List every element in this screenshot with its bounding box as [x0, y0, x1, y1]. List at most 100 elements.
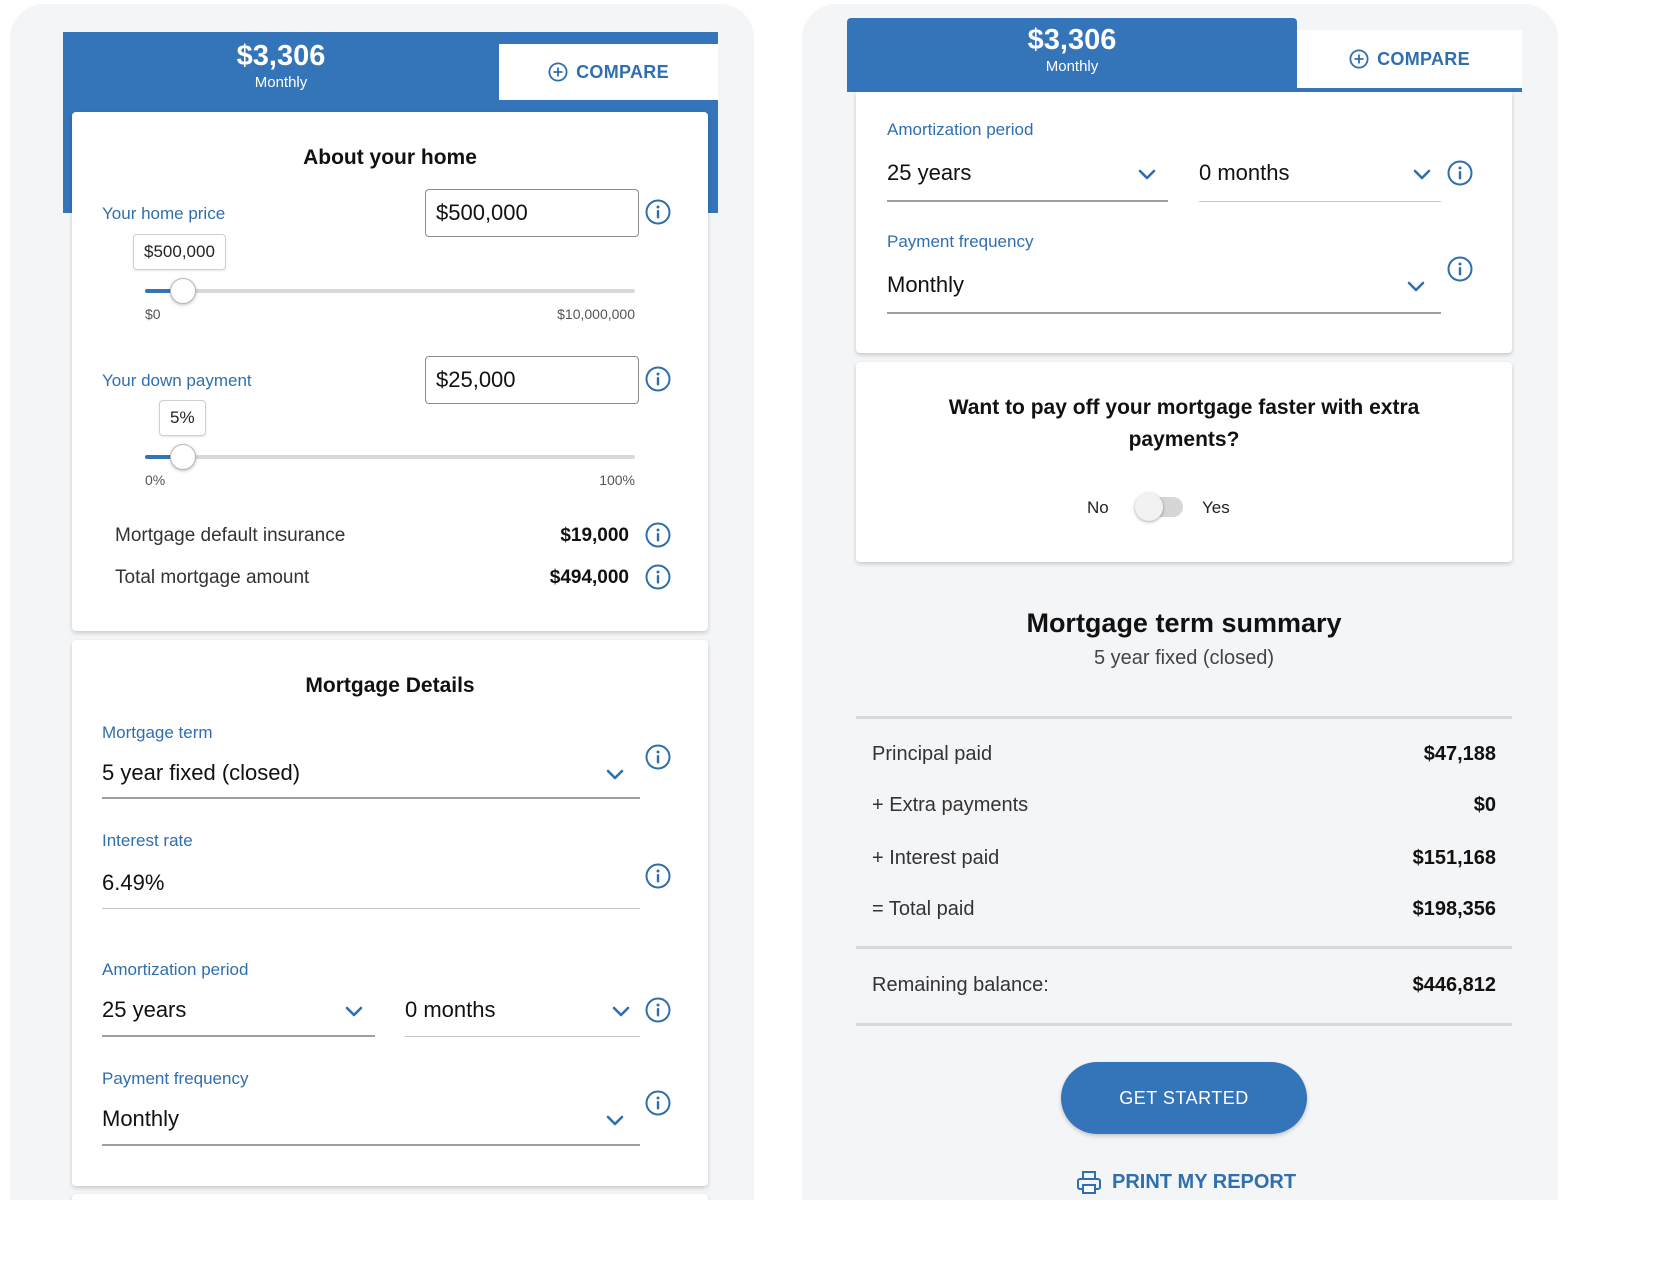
- insurance-value: $19,000: [560, 525, 629, 546]
- total-mortgage-value: $494,000: [549, 567, 629, 588]
- summary-row-label: + Extra payments: [872, 794, 1029, 816]
- remaining-balance-label: Remaining balance:: [872, 974, 1049, 996]
- summary-divider-bottom: [856, 1023, 1512, 1026]
- chevron-down-icon: [345, 1006, 363, 1018]
- amortization-months-select[interactable]: 0 months: [405, 990, 640, 1037]
- amortization-label: Amortization period: [887, 120, 1034, 139]
- info-icon[interactable]: [645, 564, 671, 590]
- amortization-years-select[interactable]: 25 years: [102, 990, 375, 1037]
- home-price-min: $0: [145, 306, 161, 322]
- home-price-track[interactable]: [145, 289, 635, 293]
- printer-icon: [1077, 1171, 1101, 1194]
- home-price-bubble: $500,000: [133, 234, 226, 270]
- about-home-card: About your home Your home price $500,000…: [72, 112, 708, 631]
- payment-frequency-value: Monthly: [887, 272, 965, 297]
- down-payment-thumb[interactable]: [170, 444, 196, 470]
- amortization-years-value: 25 years: [887, 160, 972, 185]
- next-card: [72, 1194, 708, 1200]
- payment-period: Monthly: [1045, 58, 1099, 75]
- amortization-years-value: 25 years: [102, 997, 187, 1022]
- down-payment-bubble: 5%: [159, 400, 206, 436]
- toggle-yes-label: Yes: [1202, 498, 1230, 517]
- chevron-down-icon: [606, 1115, 624, 1127]
- summary-row-value: $0: [1473, 794, 1496, 816]
- summary-row-value: $198,356: [1412, 898, 1496, 920]
- payment-frequency-label: Payment frequency: [102, 1069, 249, 1088]
- down-payment-input[interactable]: $25,000: [425, 356, 639, 404]
- info-icon[interactable]: [645, 863, 671, 889]
- total-mortgage-label: Total mortgage amount: [115, 567, 310, 588]
- summary-row-value: $151,168: [1412, 847, 1496, 869]
- plus-circle-icon: [1349, 49, 1369, 69]
- amortization-label: Amortization period: [102, 960, 249, 979]
- payment-amount: $3,306: [1027, 24, 1117, 56]
- home-price-input[interactable]: $500,000: [425, 189, 639, 237]
- chevron-down-icon: [1407, 281, 1425, 293]
- toggle-thumb: [1135, 493, 1163, 521]
- payment-amount: $3,306: [236, 40, 326, 72]
- left-screen: $3,306 Monthly COMPARE About your home Y…: [10, 4, 754, 1200]
- get-started-button[interactable]: GET STARTED: [1061, 1062, 1307, 1134]
- info-icon[interactable]: [645, 1090, 671, 1116]
- monthly-payment-tab[interactable]: $3,306 Monthly: [847, 18, 1297, 92]
- interest-rate-label: Interest rate: [102, 831, 193, 850]
- payment-frequency-select[interactable]: Monthly: [887, 262, 1441, 314]
- compare-tab[interactable]: COMPARE: [499, 44, 718, 100]
- extra-payments-toggle[interactable]: [1135, 493, 1183, 521]
- mortgage-term-select[interactable]: 5 year fixed (closed): [102, 753, 640, 799]
- remaining-balance-value: $446,812: [1412, 974, 1496, 996]
- extra-payments-question: Want to pay off your mortgage faster wit…: [948, 396, 1420, 451]
- home-price-label: Your home price: [102, 204, 226, 223]
- print-report-label: PRINT MY REPORT: [1112, 1170, 1297, 1193]
- mortgage-details-card: Amortization period 25 years 0 months Pa…: [856, 92, 1512, 353]
- home-price-thumb[interactable]: [170, 278, 196, 304]
- summary-row-value: $47,188: [1423, 743, 1496, 765]
- plus-circle-icon: [548, 62, 568, 82]
- payment-frequency-select[interactable]: Monthly: [102, 1099, 640, 1146]
- down-payment-label: Your down payment: [102, 371, 252, 390]
- payment-period: Monthly: [254, 74, 308, 91]
- chevron-down-icon: [612, 1006, 630, 1018]
- compare-tab[interactable]: COMPARE: [1297, 30, 1522, 88]
- down-payment-max: 100%: [599, 472, 635, 488]
- down-payment-min: 0%: [145, 472, 166, 488]
- mortgage-term-value: 5 year fixed (closed): [102, 760, 301, 785]
- info-icon[interactable]: [1447, 160, 1473, 186]
- mortgage-details-title: Mortgage Details: [305, 674, 475, 697]
- info-icon[interactable]: [645, 366, 671, 392]
- amortization-years-select[interactable]: 25 years: [887, 150, 1168, 202]
- insurance-label: Mortgage default insurance: [115, 525, 346, 546]
- chevron-down-icon: [1413, 169, 1431, 181]
- amortization-months-value: 0 months: [1199, 160, 1290, 185]
- right-screen: $3,306 Monthly COMPARE Amortization peri…: [802, 4, 1558, 1200]
- chevron-down-icon: [1138, 169, 1156, 181]
- summary-row-label: Principal paid: [872, 743, 993, 765]
- info-icon[interactable]: [645, 522, 671, 548]
- info-icon[interactable]: [1447, 256, 1473, 282]
- summary-subtitle: 5 year fixed (closed): [1093, 647, 1275, 669]
- compare-label: COMPARE: [1377, 48, 1470, 69]
- amortization-months-select[interactable]: 0 months: [1199, 150, 1441, 202]
- summary-divider-top: [856, 716, 1512, 719]
- summary-title: Mortgage term summary: [1026, 608, 1342, 638]
- info-icon[interactable]: [645, 744, 671, 770]
- about-home-title: About your home: [303, 146, 477, 169]
- amortization-months-value: 0 months: [405, 997, 496, 1022]
- summary-row-label: + Interest paid: [872, 847, 1000, 869]
- mortgage-details-card: Mortgage Details Mortgage term 5 year fi…: [72, 640, 708, 1186]
- toggle-no-label: No: [1087, 498, 1109, 517]
- info-icon[interactable]: [645, 997, 671, 1023]
- mortgage-term-label: Mortgage term: [102, 723, 213, 742]
- summary-row-label: = Total paid: [872, 898, 975, 920]
- down-payment-track[interactable]: [145, 455, 635, 459]
- monthly-payment-tab[interactable]: $3,306 Monthly: [63, 32, 499, 110]
- info-icon[interactable]: [645, 199, 671, 225]
- payment-frequency-value: Monthly: [102, 1106, 180, 1131]
- chevron-down-icon: [606, 769, 624, 781]
- interest-rate-value: 6.49%: [102, 870, 165, 895]
- extra-payments-card: Want to pay off your mortgage faster wit…: [856, 362, 1512, 562]
- interest-rate-input[interactable]: 6.49%: [102, 862, 640, 909]
- print-report-link[interactable]: PRINT MY REPORT: [1076, 1170, 1296, 1194]
- home-price-max: $10,000,000: [557, 306, 635, 322]
- payment-frequency-label: Payment frequency: [887, 232, 1034, 251]
